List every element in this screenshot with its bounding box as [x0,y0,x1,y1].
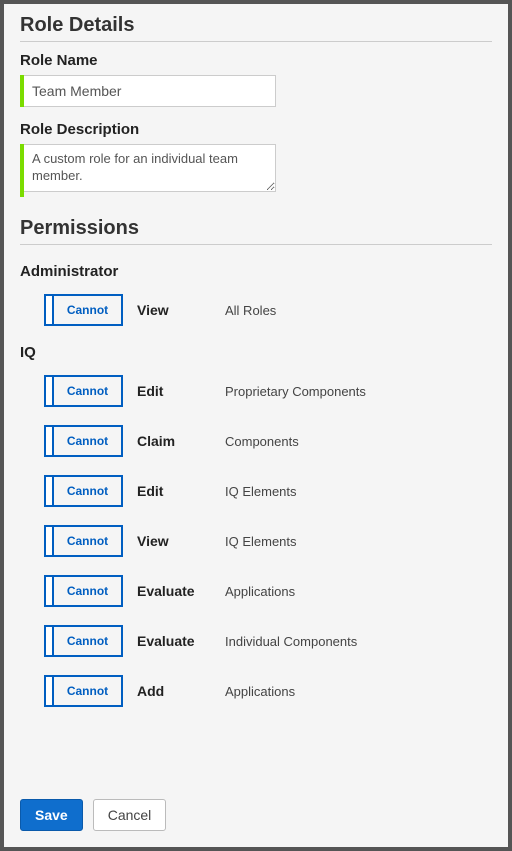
toggle-handle-icon [46,677,54,705]
permission-toggle[interactable]: Cannot [44,575,123,607]
toggle-state-label: Cannot [54,296,121,324]
perm-row: Cannot Edit Proprietary Components [20,375,492,407]
role-description-input-wrap [20,144,276,197]
perm-action: Evaluate [137,583,225,599]
permission-toggle[interactable]: Cannot [44,475,123,507]
toggle-state-label: Cannot [54,527,121,555]
perm-group-iq: IQ [20,344,492,361]
perm-row: Cannot View IQ Elements [20,525,492,557]
perm-target: IQ Elements [225,484,297,499]
perm-action: View [137,533,225,549]
toggle-handle-icon [46,527,54,555]
permission-toggle[interactable]: Cannot [44,525,123,557]
perm-group-administrator: Administrator [20,263,492,280]
toggle-state-label: Cannot [54,627,121,655]
perm-row: Cannot Add Applications [20,675,492,707]
role-name-input-wrap [20,75,276,107]
perm-row: Cannot Claim Components [20,425,492,457]
perm-target: Proprietary Components [225,384,366,399]
toggle-state-label: Cannot [54,427,121,455]
perm-row: Cannot Evaluate Individual Components [20,625,492,657]
perm-row: Cannot Edit IQ Elements [20,475,492,507]
perm-action: Evaluate [137,633,225,649]
permissions-heading: Permissions [20,217,492,245]
toggle-state-label: Cannot [54,377,121,405]
save-button[interactable]: Save [20,799,83,831]
toggle-handle-icon [46,477,54,505]
toggle-state-label: Cannot [54,677,121,705]
toggle-handle-icon [46,296,54,324]
role-details-heading: Role Details [20,14,492,42]
toggle-state-label: Cannot [54,477,121,505]
role-editor-panel: Role Details Role Name Role Description … [0,0,512,851]
perm-action: Edit [137,483,225,499]
toggle-state-label: Cannot [54,577,121,605]
perm-target: Individual Components [225,634,357,649]
role-name-input[interactable] [24,75,276,107]
role-name-label: Role Name [20,52,492,69]
perm-target: Applications [225,684,295,699]
toggle-handle-icon [46,427,54,455]
cancel-button[interactable]: Cancel [93,799,167,831]
perm-action: Add [137,683,225,699]
toggle-handle-icon [46,377,54,405]
perm-action: Claim [137,433,225,449]
perm-action: View [137,302,225,318]
toggle-handle-icon [46,627,54,655]
perm-target: Applications [225,584,295,599]
permission-toggle[interactable]: Cannot [44,294,123,326]
perm-target: All Roles [225,303,276,318]
footer-actions: Save Cancel [20,799,166,831]
role-description-textarea[interactable] [24,144,276,192]
toggle-handle-icon [46,577,54,605]
perm-row: Cannot Evaluate Applications [20,575,492,607]
permission-toggle[interactable]: Cannot [44,675,123,707]
perm-action: Edit [137,383,225,399]
perm-target: IQ Elements [225,534,297,549]
role-description-label: Role Description [20,121,492,138]
permission-toggle[interactable]: Cannot [44,375,123,407]
permission-toggle[interactable]: Cannot [44,425,123,457]
permission-toggle[interactable]: Cannot [44,625,123,657]
perm-target: Components [225,434,299,449]
perm-row: Cannot View All Roles [20,294,492,326]
